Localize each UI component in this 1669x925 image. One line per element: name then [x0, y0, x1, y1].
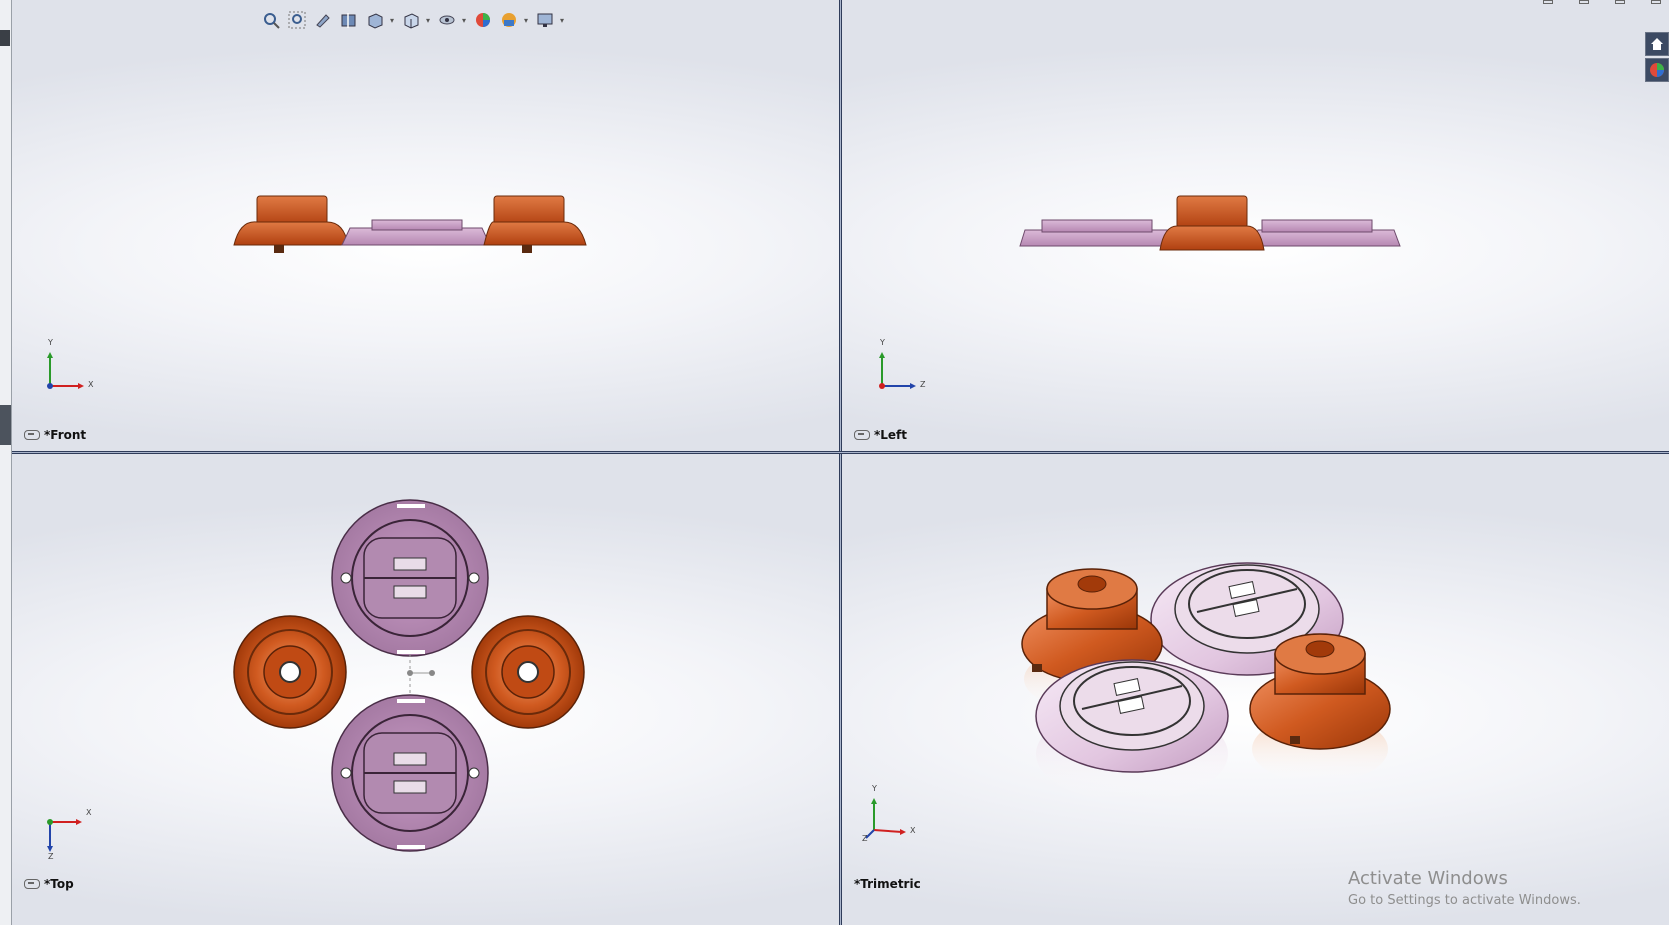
top-view-model[interactable]	[12, 454, 839, 925]
left-view-model[interactable]	[842, 0, 1669, 451]
viewport-label-trimetric: *Trimetric	[854, 877, 921, 891]
viewport-front[interactable]: ▾ ▾ ▾ ▾ ▾ Y X *Front	[12, 0, 839, 451]
pink-part-lower[interactable]	[331, 694, 489, 852]
pink-part-upper[interactable]	[331, 499, 489, 657]
front-view-model[interactable]	[12, 0, 839, 451]
coordinate-triad-top: X Z	[40, 808, 100, 872]
triad-x-label: X	[910, 826, 916, 835]
triad-z-label: Z	[48, 852, 54, 861]
link-views-icon[interactable]	[24, 430, 40, 440]
watermark-subtitle: Go to Settings to activate Windows.	[1348, 893, 1581, 908]
viewport-top[interactable]: X Z *Top	[12, 454, 839, 925]
triad-x-label: X	[86, 808, 92, 817]
triad-z-label: Z	[862, 834, 868, 843]
left-panel-edge[interactable]	[0, 0, 12, 925]
coordinate-triad-front: Y X	[40, 338, 100, 404]
panel-splitter-handle[interactable]	[0, 405, 11, 445]
horizontal-viewport-splitter[interactable]	[12, 451, 1669, 454]
graphics-area[interactable]: ▾ ▾ ▾ ▾ ▾ Y X *Front Y Z *Left X Z *Top …	[12, 0, 1669, 925]
panel-collapse-arrow[interactable]	[0, 30, 10, 46]
link-views-icon[interactable]	[854, 430, 870, 440]
triad-y-label: Y	[872, 784, 877, 793]
origin-marker	[407, 654, 435, 694]
activate-windows-watermark: Activate Windows Go to Settings to activ…	[1348, 868, 1581, 908]
orange-part-left[interactable]	[233, 615, 347, 729]
orange-part-right[interactable]	[471, 615, 585, 729]
viewport-label-front: *Front	[24, 428, 86, 442]
watermark-title: Activate Windows	[1348, 868, 1508, 889]
trimetric-view-model[interactable]	[842, 454, 1669, 925]
link-views-icon[interactable]	[24, 879, 40, 889]
triad-y-label: Y	[48, 338, 53, 347]
viewport-trimetric[interactable]: Y X Z *Trimetric	[842, 454, 1669, 925]
coordinate-triad-trimetric: Y X Z	[862, 784, 922, 852]
viewport-left[interactable]: Y Z *Left	[842, 0, 1669, 451]
triad-x-label: X	[88, 380, 94, 389]
triad-y-label: Y	[880, 338, 885, 347]
vertical-viewport-splitter[interactable]	[839, 0, 842, 925]
pink-part-front[interactable]	[1035, 659, 1229, 802]
viewport-label-top: *Top	[24, 877, 74, 891]
coordinate-triad-left: Y Z	[872, 338, 932, 404]
viewport-label-left: *Left	[854, 428, 907, 442]
triad-z-label: Z	[920, 380, 926, 389]
